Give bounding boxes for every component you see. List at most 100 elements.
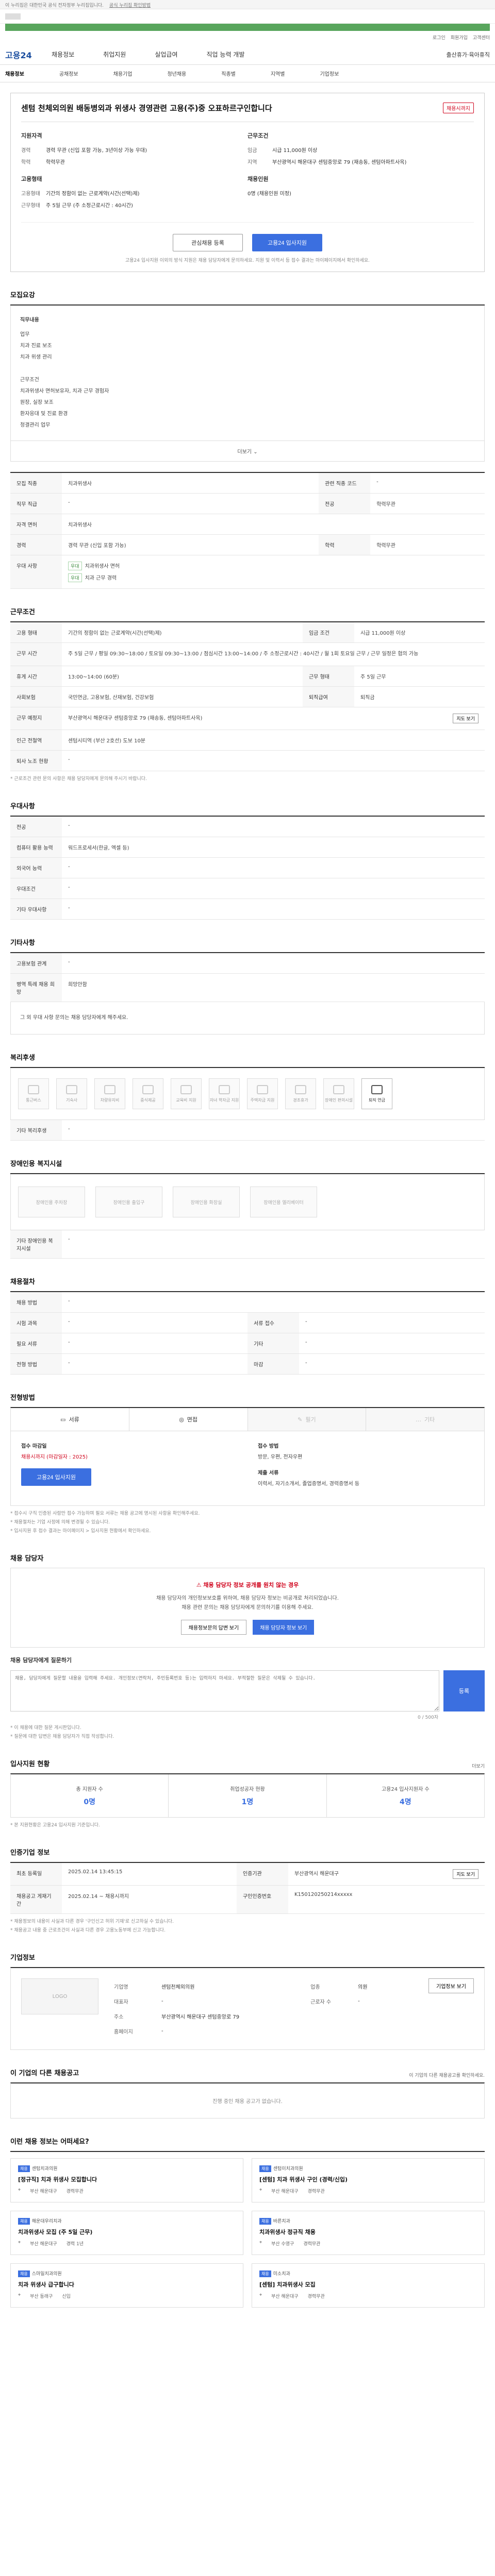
row-key: 인근 전철역 [10,730,62,751]
qa-counter: 0 / 500자 [418,1715,438,1720]
nav-item[interactable]: 실업급여 [155,50,177,59]
nav-item[interactable]: 채용정보 [52,50,74,59]
location-pin-icon: ⌖ [18,2240,21,2245]
disability-item: 장애인용 화장실 [173,1187,240,1217]
recommend-title: 치과 위생사 급구합니다 [18,2281,74,2288]
recommend-card[interactable]: 채용 바른치과 치과위생사 정규직 채용 ⌖ 부산 수영구 경력무관 [252,2211,485,2255]
row-value: 센텀시티역 (부산 2호선) 도보 10분 [62,730,485,751]
welfare-item: 기숙사 [56,1078,87,1109]
row-key: 전형 방법 [10,1353,62,1375]
row-key: 근무 시간 [10,642,62,666]
table-row: 전형 방법 - 마감 - [10,1353,485,1375]
row-key: 기업명 [114,1985,128,1990]
recruit-section: 모집요강 직무내용 업무 치과 진료 보조 치과 위생 관리 근무조건 치과위생… [10,290,485,589]
table-row: 주소 부산광역시 해운대구 센텀중앙로 79 [110,2009,417,2023]
company-info-button[interactable]: 기업정보 보기 [428,1978,474,1993]
recommend-card[interactable]: 채용 센텀이치과의원 [센텀] 치과 위생사 구인 (경력/신입) ⌖ 부산 해운대구 경… [252,2158,485,2202]
welfare-label: 교육비 지원 [176,1097,196,1103]
section-title: 이 기업의 다른 채용공고 [10,2070,79,2077]
recommend-grid: 채용 센텀치과의원 [정규직] 치과 위생사 모집합니다 ⌖ 부산 해운대구 경력무관 채… [10,2151,485,2308]
join-link[interactable]: 회원가입 [451,34,468,41]
subnav-item[interactable]: 청년채용 [167,70,186,77]
job-title: 센텀 천체외의원 배동병외과 위생사 경영관련 고용(주)중 오표하르구인합니다 [21,104,272,113]
apply-value: 이력서, 자기소개서, 졸업증명서, 경력증명서 등 [258,1481,360,1487]
row-key: 학력 [319,534,371,555]
apply-button[interactable]: 고용24 입사지원 [252,234,322,251]
summary-row: 임금 시급 11,000원 이상 [248,146,474,154]
more-label: 더보기 [237,449,252,455]
view-answers-button[interactable]: 채용정보문의 답변 보기 [180,1620,247,1635]
login-link[interactable]: 로그인 [433,34,446,41]
subnav-item[interactable]: 기업정보 [320,70,339,77]
center-link[interactable]: 고객센터 [473,34,490,41]
table-row: 우대 사항 우대 치과위생사 면허 우대 치과 근무 경력 [10,555,485,589]
apply-deadline: 채용시까지 (마감일자 : 2025) [21,1454,88,1460]
nav-item[interactable]: 취업지원 [103,50,126,59]
row-key: 퇴직급여 [302,686,354,707]
subnav-item[interactable]: 공채정보 [59,70,78,77]
taegukgi-icon [5,13,21,20]
method-step-label: 필기 [305,1416,316,1423]
scrap-button[interactable]: 관심채용 등록 [173,234,243,251]
recommend-card[interactable]: 채용 스마일치과의원 치과 위생사 급구합니다 ⌖ 부산 동래구 신입 [10,2263,243,2308]
table-row: 자격 면허 치과위생사 [10,514,485,535]
row-value: - [62,816,485,837]
row-value: - [62,857,485,878]
welfare-label: 중식제공 [140,1097,156,1103]
map-button[interactable]: 지도 보기 [453,714,478,723]
duty-line [20,363,475,375]
row-value: - [358,1998,360,2004]
row-key: 채용공고 게재기간 [10,1885,62,1914]
gov-notice-link[interactable]: 공식 누리집 확인방법 [109,3,151,8]
qa-submit-button[interactable]: 등록 [443,1670,485,1711]
row-key: 우대 사항 [10,555,62,589]
duty-line: 치과 진료 보조 [20,343,52,349]
row-value: 2025.02.14 ~ 채용시까지 [62,1885,237,1914]
welfare-other-table: 기타 복리후생 - [10,1120,485,1141]
nav-item[interactable]: 직업 능력 개발 [207,50,245,59]
subnav-item[interactable]: 직종별 [221,70,236,77]
row-key: 홈페이지 [114,2029,133,2035]
subnav-item[interactable]: 채용기업 [113,70,133,77]
view-manager-button[interactable]: 채용 담당자 정보 보기 [253,1620,315,1635]
main-header: 고용24 채용정보 취업지원 실업급여 직업 능력 개발 출산휴가·육아휴직 [0,44,495,65]
stats-more-link[interactable]: 더보기 [472,1762,485,1769]
subnav-item[interactable]: 채용정보 [5,70,24,77]
site-logo[interactable]: 고용24 [5,48,52,61]
row-key: 고용보험 관계 [10,953,62,974]
info-map-button[interactable]: 지도 보기 [453,1869,478,1879]
table-row: 전공 - [10,816,485,837]
nav-right-link[interactable]: 출산휴가·육아휴직 [447,50,490,59]
table-row: 고용 형태 기간의 정함이 없는 근로계약(시간(선택)제) 임금 조건 시급 11,… [10,622,485,643]
welfare-label: 기숙사 [65,1097,78,1103]
summary-key: 경력 [21,148,31,154]
recommend-card[interactable]: 채용 해운대우리치과 치과위생사 모집 (주 5일 근무) ⌖ 부산 해운대구 경력 1년 [10,2211,243,2255]
apply-label: 제출 서류 [258,1470,279,1476]
selection-table: 채용 방법 - 시험 과목 - 서류 접수 - 필요 서류 - 기타 - 전형 방법 - 마감 - [10,1291,485,1375]
summary-key: 근무형태 [21,203,40,209]
recommend-card[interactable]: 채용 센텀치과의원 [정규직] 치과 위생사 모집합니다 ⌖ 부산 해운대구 경력무관 [10,2158,243,2202]
summary-value: 0명 (채용인원 미정) [248,191,291,197]
qa-input[interactable] [10,1670,439,1711]
recommend-card[interactable]: 채용 미소치과 [센텀] 치과위생사 모집 ⌖ 부산 해운대구 경력무관 [252,2263,485,2308]
table-row: 외국어 능력 - [10,857,485,878]
apply-button-bottom[interactable]: 고용24 입사지원 [21,1468,91,1486]
summary-key: 임금 [248,148,257,154]
row-value: - [62,878,485,899]
info-note: * 채용공고 내용 중 근로조건이 사실과 다른 경우 고용노동부에 신고 가능… [10,1928,166,1933]
stat-number: 0명 [84,1798,95,1806]
recommend-tag: 채용 [18,2165,30,2172]
row-key: 관련 직종 코드 [319,472,371,494]
table-row: 퇴사 노조 현황 - [10,750,485,771]
subnav-item[interactable]: 지역별 [271,70,285,77]
info-section: 인증기업 정보 최초 등록일 2025.02.14 13:45:15 인증기관 부산광… [10,1847,485,1935]
manager-text: 채용 관련 문의는 채용 담당자에게 문의하기를 이용해 주세요. [182,1605,314,1611]
row-value: 부산광역시 해운대구 센텀중앙로 79 [161,2014,240,2020]
table-row: 대표자 - 근로자 수 - [110,1994,417,2008]
welfare-label: 통근버스 [26,1097,41,1103]
duties-more-button[interactable]: 더보기 ⌄ [10,441,485,462]
pref-table: 전공 - 컴퓨터 활용 능력 워드프로세서(한글, 엑셀 등) 외국어 능력 - 우대… [10,816,485,920]
row-key: 근무 형태 [302,666,354,687]
row-key: 전공 [10,816,62,837]
row-key: 기타 우대사항 [10,899,62,920]
